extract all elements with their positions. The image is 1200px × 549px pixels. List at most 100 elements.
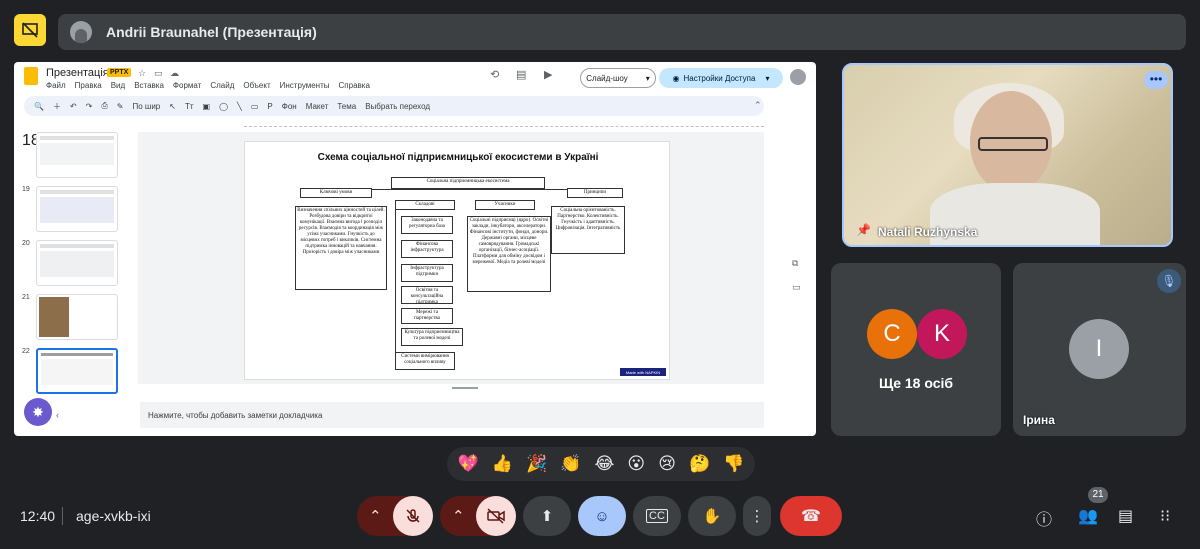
- reaction-laugh-icon[interactable]: 😂: [594, 454, 614, 474]
- slideshow-button[interactable]: Слайд-шоу ▾: [580, 68, 656, 88]
- mic-control-group: ⌃: [357, 496, 433, 536]
- comment-add-icon[interactable]: ▭: [251, 102, 259, 111]
- slide-thumbnail[interactable]: [36, 132, 118, 178]
- current-slide[interactable]: Схема соціальної підприємницької екосист…: [244, 141, 670, 380]
- mic-off-icon[interactable]: [393, 496, 433, 536]
- slides-toolbar: 🔍 ＋ ↶ ↷ ⎙ ✎ По шир ↖ Tт ▣ ◯ ╲ ▭ P Фон Ма…: [24, 96, 764, 116]
- layout-button[interactable]: Макет: [306, 102, 329, 111]
- image-icon[interactable]: ▣: [203, 102, 211, 111]
- present-screen-button[interactable]: ⬆: [523, 496, 571, 536]
- col2-header: Складові: [395, 200, 455, 210]
- slideshow-label: Слайд-шоу: [586, 73, 628, 83]
- raise-hand-button[interactable]: ✋: [688, 496, 736, 536]
- move-folder-icon[interactable]: ▭: [154, 68, 163, 79]
- folder-icon[interactable]: ▭: [792, 282, 801, 293]
- more-count: Ще 18 осіб: [878, 375, 954, 391]
- search-icon[interactable]: 🔍: [34, 102, 44, 111]
- chevron-up-icon[interactable]: ⌃: [452, 507, 465, 525]
- account-avatar[interactable]: [790, 69, 806, 85]
- ruler: [244, 126, 764, 132]
- undo-icon[interactable]: ↶: [70, 102, 77, 111]
- resize-handle[interactable]: [452, 387, 478, 389]
- emoji-button[interactable]: ☺: [578, 496, 626, 536]
- side-panel-icon[interactable]: ⧉: [792, 258, 798, 269]
- comment-icon[interactable]: ▤: [516, 68, 526, 81]
- reaction-sad-icon[interactable]: 😢: [658, 454, 676, 474]
- notes-placeholder: Нажмите, чтобы добавить заметки докладчи…: [148, 410, 323, 420]
- menu-item[interactable]: Вид: [111, 81, 125, 90]
- reaction-surprised-icon[interactable]: 😮: [627, 454, 645, 474]
- select-tool-icon[interactable]: ↖: [169, 102, 176, 111]
- chevron-up-icon[interactable]: ⌃: [369, 507, 382, 525]
- print-icon[interactable]: ⎙: [101, 101, 107, 111]
- divider: [62, 507, 63, 525]
- slide-thumbnail-selected[interactable]: [36, 348, 118, 394]
- camera-icon[interactable]: ▶: [544, 68, 552, 81]
- slide-thumbnail[interactable]: [36, 240, 118, 286]
- transition-button[interactable]: Выбрать переход: [365, 102, 430, 111]
- menu-item[interactable]: Объект: [243, 81, 270, 90]
- menu-item[interactable]: Формат: [173, 81, 201, 90]
- menu-item[interactable]: Инструменты: [280, 81, 330, 90]
- participant-tile-irina[interactable]: 🎙 I Ірина: [1013, 263, 1186, 436]
- zoom-select[interactable]: По шир: [132, 102, 160, 111]
- more-options-button[interactable]: ⋮: [743, 496, 771, 536]
- more-options-icon[interactable]: •••: [1144, 71, 1168, 89]
- doc-title[interactable]: Презентація: [46, 67, 109, 79]
- people-count-badge: 21: [1088, 487, 1108, 503]
- chevron-down-icon[interactable]: ▾: [765, 74, 769, 83]
- end-call-button[interactable]: ☎: [780, 496, 842, 536]
- people-icon[interactable]: 👥: [1078, 506, 1098, 526]
- menu-item[interactable]: Файл: [46, 81, 66, 90]
- gemini-icon[interactable]: ✸: [24, 398, 52, 426]
- reaction-thinking-icon[interactable]: 🤔: [689, 454, 710, 474]
- history-icon[interactable]: ⟲: [490, 68, 499, 81]
- camera-control-group: ⌃: [440, 496, 516, 536]
- menu-item[interactable]: Слайд: [210, 81, 234, 90]
- col2-item: Мережі та партнерства: [401, 308, 453, 324]
- more-participants-tile[interactable]: C K Ще 18 осіб: [831, 263, 1001, 436]
- paint-format-icon[interactable]: ✎: [117, 102, 124, 111]
- thumb-number: 19: [22, 186, 30, 193]
- glasses: [978, 137, 1048, 151]
- reaction-party-icon[interactable]: 🎉: [526, 454, 547, 474]
- pen-icon[interactable]: P: [267, 102, 272, 111]
- chevron-down-icon[interactable]: ▾: [646, 74, 650, 83]
- participant-tile-natali[interactable]: ••• 📌 Natali Ruzhynska: [842, 63, 1173, 247]
- reaction-clap-icon[interactable]: 👏: [560, 454, 581, 474]
- reaction-heart-icon[interactable]: 💖: [458, 454, 479, 474]
- camera-off-icon[interactable]: [476, 496, 516, 536]
- menu-item[interactable]: Справка: [339, 81, 370, 90]
- chevron-left-icon[interactable]: ‹: [56, 410, 59, 420]
- slide-thumbnail[interactable]: [36, 186, 118, 232]
- share-access-label: Настройки Доступа: [683, 73, 756, 83]
- avatar: K: [917, 309, 967, 359]
- collapse-icon[interactable]: ⌃: [754, 100, 762, 111]
- speaker-notes[interactable]: Нажмите, чтобы добавить заметки докладчи…: [140, 402, 764, 428]
- captions-button[interactable]: CC: [633, 496, 681, 536]
- menu-item[interactable]: Вставка: [134, 81, 164, 90]
- text-tool-icon[interactable]: Tт: [185, 102, 194, 111]
- line-icon[interactable]: ╲: [237, 102, 242, 111]
- avatar: C: [867, 309, 917, 359]
- activities-icon[interactable]: ⁝⁝: [1160, 506, 1170, 526]
- theme-button[interactable]: Тема: [337, 102, 356, 111]
- star-icon[interactable]: ☆: [138, 68, 146, 79]
- reaction-thumbs-up-icon[interactable]: 👍: [492, 454, 513, 474]
- menu-bar: Файл Правка Вид Вставка Формат Слайд Объ…: [46, 81, 370, 90]
- col1-header: Ключові умови: [300, 188, 372, 198]
- info-icon[interactable]: ⓘ: [1036, 506, 1052, 530]
- reaction-thumbs-down-icon[interactable]: 👎: [723, 454, 744, 474]
- shape-icon[interactable]: ◯: [219, 102, 228, 111]
- avatar: I: [1069, 319, 1129, 379]
- chat-icon[interactable]: ▤: [1118, 506, 1133, 526]
- menu-item[interactable]: Правка: [75, 81, 102, 90]
- new-slide-icon[interactable]: ＋: [53, 101, 61, 112]
- redo-icon[interactable]: ↷: [86, 102, 93, 111]
- bg-button[interactable]: Фон: [282, 102, 297, 111]
- slide-thumbnail[interactable]: [36, 294, 118, 340]
- slide-title: Схема соціальної підприємницької екосист…: [317, 152, 599, 163]
- presentation-off-icon[interactable]: [14, 14, 46, 46]
- share-access-button[interactable]: ◉ Настройки Доступа ▾: [659, 68, 783, 88]
- col2-item: Освітня та консультаційна підтримка: [401, 286, 453, 305]
